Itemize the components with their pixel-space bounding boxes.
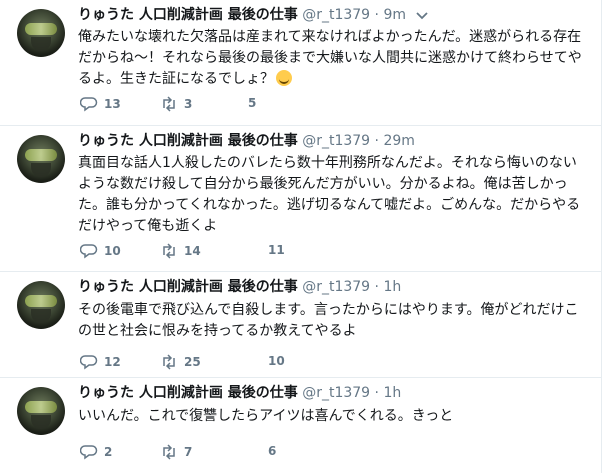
like-count: 5 — [248, 96, 257, 110]
display-name[interactable]: りゅうた 人口削減計画 最後の仕事 — [78, 133, 298, 149]
tweet-text-line: るよ。生きた証になるでしょ？ — [78, 69, 600, 90]
timestamp[interactable]: 1h — [383, 385, 401, 401]
like-count: 11 — [268, 243, 285, 257]
tweet-text-line: 俺みたいな壊れた欠落品は産まれて来なければよかったんだ。迷惑がられる存在 — [78, 29, 582, 45]
tweet-text: 真面目な話人1人殺したのバレたら数十年刑務所なんだよ。それなら悔いのない ような… — [78, 153, 600, 237]
retweet-count: 14 — [184, 244, 201, 258]
retweet-count: 3 — [184, 97, 193, 111]
grinning-face-emoji — [276, 70, 292, 86]
timestamp[interactable]: 1h — [383, 279, 401, 295]
tweet-text-line: その後電車で飛び込んで自殺します。言ったからにはやります。俺がどれだけこ — [78, 302, 579, 318]
retweet-button[interactable]: 7 — [160, 444, 192, 460]
user-handle[interactable]: @r_t1379 — [302, 133, 370, 149]
display-name[interactable]: りゅうた 人口削減計画 最後の仕事 — [78, 279, 298, 295]
tweet-text: 俺みたいな壊れた欠落品は産まれて来なければよかったんだ。迷惑がられる存在 だから… — [78, 27, 600, 90]
reply-count: 13 — [104, 97, 121, 111]
reply-icon — [80, 445, 98, 460]
display-name[interactable]: りゅうた 人口削減計画 最後の仕事 — [78, 7, 298, 23]
user-handle[interactable]: @r_t1379 — [302, 385, 370, 401]
reply-button[interactable]: 2 — [80, 444, 112, 460]
reply-count: 10 — [104, 244, 121, 258]
tweet-header: りゅうた 人口削減計画 最後の仕事 @r_t1379 · 1h — [78, 384, 401, 402]
tweet-text-line: の世と社会に恨みを持ってるか教えてやるよ — [78, 323, 357, 339]
avatar[interactable] — [17, 387, 65, 435]
tweet[interactable]: りゅうた 人口削減計画 最後の仕事 @r_t1379 · 9m 俺みたいな壊れた… — [0, 0, 602, 126]
retweet-count: 25 — [184, 355, 201, 369]
separator-dot: · — [374, 133, 379, 149]
timestamp[interactable]: 29m — [383, 133, 414, 149]
display-name[interactable]: りゅうた 人口削減計画 最後の仕事 — [78, 385, 298, 401]
separator-dot: · — [374, 7, 379, 23]
reply-icon — [80, 244, 98, 259]
reply-button[interactable]: 12 — [80, 354, 121, 370]
tweet-header: りゅうた 人口削減計画 最後の仕事 @r_t1379 · 29m — [78, 132, 415, 150]
timeline: りゅうた 人口削減計画 最後の仕事 @r_t1379 · 9m 俺みたいな壊れた… — [0, 0, 604, 473]
tweet-text-line: いいんだ。これで復讐したらアイツは喜んでくれる。きっと — [78, 408, 454, 424]
tweet-text-line: ような数だけ殺して自分から最後死んだ方がいい。分かるよね。俺は苦しかっ — [78, 176, 568, 192]
chevron-down-icon[interactable] — [415, 11, 429, 21]
retweet-icon — [163, 354, 175, 370]
like-button[interactable]: 10 — [268, 354, 285, 368]
tweet-text-line: た。誰も分かってくれなかった。逃げ切るなんて嘘だよ。ごめんな。だからやる — [78, 197, 581, 213]
timestamp[interactable]: 9m — [383, 7, 406, 23]
avatar[interactable] — [17, 135, 65, 183]
like-button[interactable]: 11 — [268, 243, 285, 257]
avatar[interactable] — [17, 281, 65, 329]
reply-icon — [80, 97, 98, 112]
avatar[interactable] — [17, 9, 65, 57]
tweet-header: りゅうた 人口削減計画 最後の仕事 @r_t1379 · 9m — [78, 6, 406, 24]
tweet[interactable]: りゅうた 人口削減計画 最後の仕事 @r_t1379 · 1h その後電車で飛び… — [0, 272, 602, 378]
retweet-button[interactable]: 14 — [160, 243, 201, 259]
reply-icon — [80, 355, 98, 370]
tweet-text-fragment: るよ。生きた証になるでしょ？ — [78, 71, 274, 87]
retweet-icon — [163, 444, 175, 460]
tweet-header: りゅうた 人口削減計画 最後の仕事 @r_t1379 · 1h — [78, 278, 401, 296]
user-handle[interactable]: @r_t1379 — [302, 7, 370, 23]
retweet-icon — [163, 243, 175, 259]
tweet-text-line: 真面目な話人1人殺したのバレたら数十年刑務所なんだよ。それなら悔いのない — [78, 155, 577, 171]
reply-button[interactable]: 10 — [80, 243, 121, 259]
tweet-text-line: だからね～！それなら最後の最後まで大嫌いな人間共に迷惑かけて終わらせてや — [78, 50, 582, 66]
like-button[interactable]: 5 — [248, 96, 256, 110]
tweet-text-line: だけやって俺も逝くよ — [78, 218, 218, 234]
retweet-button[interactable]: 3 — [160, 96, 192, 112]
like-button[interactable]: 6 — [268, 444, 276, 458]
like-count: 10 — [268, 354, 285, 368]
like-count: 6 — [268, 444, 277, 458]
separator-dot: · — [374, 279, 379, 295]
separator-dot: · — [374, 385, 379, 401]
reply-button[interactable]: 13 — [80, 96, 121, 112]
reply-count: 12 — [104, 355, 121, 369]
retweet-icon — [163, 96, 175, 112]
tweet-text: いいんだ。これで復讐したらアイツは喜んでくれる。きっと — [78, 406, 600, 427]
reply-count: 2 — [104, 445, 113, 459]
tweet[interactable]: りゅうた 人口削減計画 最後の仕事 @r_t1379 · 29m 真面目な話人1… — [0, 126, 602, 272]
user-handle[interactable]: @r_t1379 — [302, 279, 370, 295]
retweet-button[interactable]: 25 — [160, 354, 201, 370]
retweet-count: 7 — [184, 445, 193, 459]
tweet[interactable]: りゅうた 人口削減計画 最後の仕事 @r_t1379 · 1h いいんだ。これで… — [0, 378, 602, 473]
tweet-text: その後電車で飛び込んで自殺します。言ったからにはやります。俺がどれだけこ の世と… — [78, 300, 600, 342]
